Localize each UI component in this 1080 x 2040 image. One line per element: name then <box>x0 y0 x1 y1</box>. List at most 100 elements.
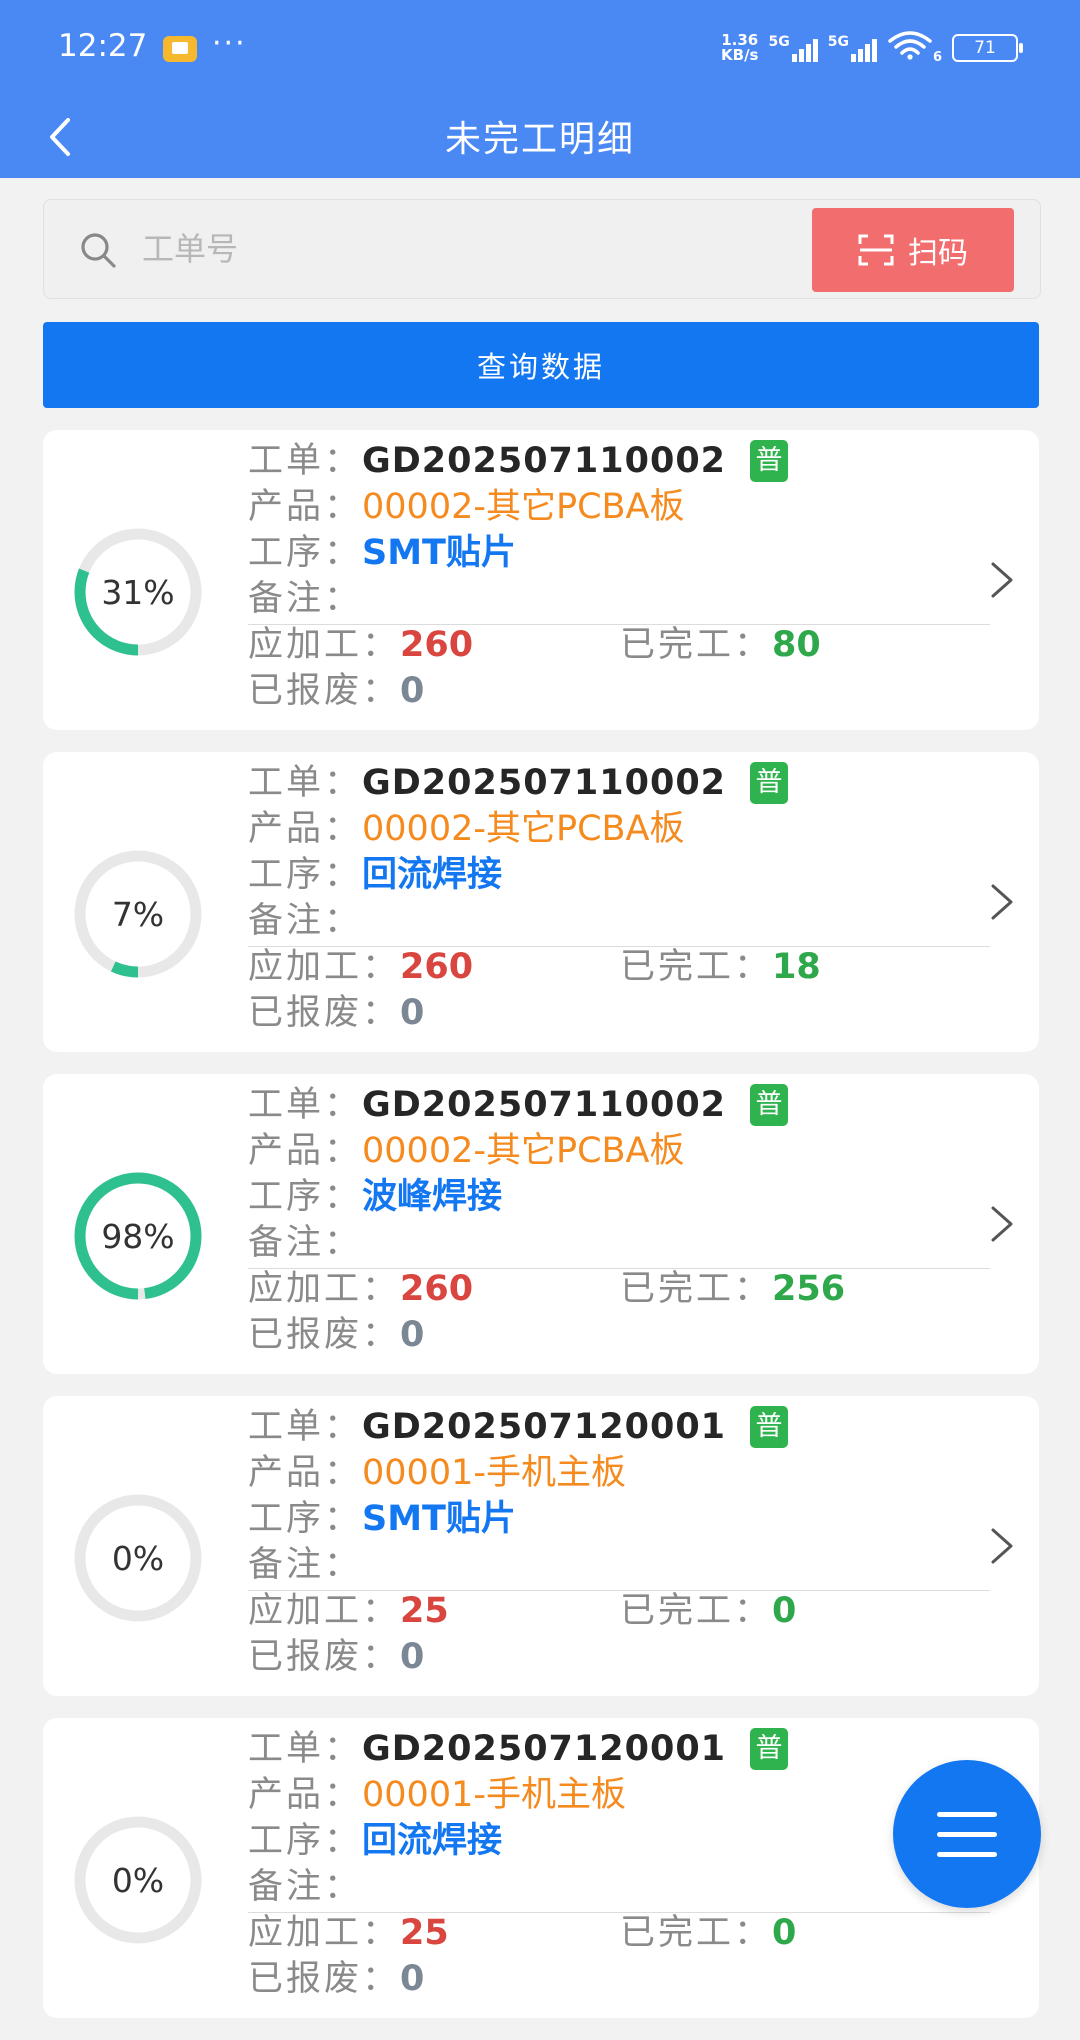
product-name: 00002-其它PCBA板 <box>362 487 685 527</box>
completed-label: 已完工： <box>620 1591 773 1631</box>
status-time: 12:27 <box>58 28 148 64</box>
planned-label: 应加工： <box>248 1591 401 1631</box>
order-details: 工单：GD202507110002 普 产品：00002-其它PCBA板 工序：S… <box>248 438 988 714</box>
order-row: 工单：GD202507110002 普 <box>248 1082 988 1128</box>
product-row: 产品：00001-手机主板 <box>248 1450 988 1496</box>
order-details: 工单：GD202507120001 普 产品：00001-手机主板 工序：SMT贴… <box>248 1404 988 1680</box>
planned-label: 应加工： <box>248 1269 401 1309</box>
app-header: 12:27 ··· 1.36 KB/s 5G 5G 6 71 未完工明细 <box>0 0 1080 178</box>
process-name: 回流焊接 <box>362 855 503 895</box>
order-type-badge: 普 <box>750 1406 789 1448</box>
order-number: GD202507110002 <box>362 1085 727 1125</box>
scrapped-label: 已报废： <box>248 1637 401 1677</box>
order-row: 工单：GD202507110002 普 <box>248 438 988 484</box>
scrap-row: 已报废：0 <box>248 1634 988 1680</box>
scan-icon <box>858 234 894 266</box>
scan-button[interactable]: 扫码 <box>812 208 1014 292</box>
remark-label: 备注： <box>248 1223 363 1263</box>
menu-fab[interactable] <box>893 1760 1041 1908</box>
completed-quantity: 0 <box>772 1913 797 1953</box>
order-number: GD202507110002 <box>362 441 727 481</box>
scrap-row: 已报废：0 <box>248 668 988 714</box>
order-type-badge: 普 <box>750 1084 789 1126</box>
order-number: GD202507120001 <box>362 1729 727 1769</box>
completed-label: 已完工： <box>620 625 773 665</box>
card-divider <box>248 1268 990 1269</box>
chevron-right-icon[interactable] <box>989 560 1015 600</box>
product-row: 产品：00001-手机主板 <box>248 1772 988 1818</box>
planned-quantity: 260 <box>400 625 474 665</box>
search-icon <box>81 233 116 268</box>
order-number-input[interactable] <box>140 220 744 278</box>
planned-label: 应加工： <box>248 947 401 987</box>
process-label: 工序： <box>248 855 363 895</box>
more-notifications-icon: ··· <box>212 26 247 61</box>
quantity-row: 应加工：25 已完工：0 <box>248 1910 988 1956</box>
work-order-card[interactable]: 7% 工单：GD202507110002 普 产品：00002-其它PCBA板 工… <box>43 752 1039 1052</box>
product-name: 00001-手机主板 <box>362 1775 626 1815</box>
search-bar: 扫码 <box>43 199 1041 299</box>
work-order-list: 31% 工单：GD202507110002 普 产品：00002-其它PCBA板 … <box>43 430 1039 2040</box>
order-label: 工单： <box>248 763 363 803</box>
wifi-icon <box>887 30 933 65</box>
product-label: 产品： <box>248 1775 363 1815</box>
work-order-card[interactable]: 98% 工单：GD202507110002 普 产品：00002-其它PCBA板 … <box>43 1074 1039 1374</box>
remark-label: 备注： <box>248 1867 363 1907</box>
chevron-right-icon[interactable] <box>989 1204 1015 1244</box>
process-label: 工序： <box>248 1821 363 1861</box>
process-row: 工序：SMT贴片 <box>248 1496 988 1542</box>
scrapped-label: 已报废： <box>248 993 401 1033</box>
query-data-button[interactable]: 查询数据 <box>43 322 1039 408</box>
order-label: 工单： <box>248 1407 363 1447</box>
scrapped-label: 已报废： <box>248 1959 401 1999</box>
order-label: 工单： <box>248 441 363 481</box>
product-label: 产品： <box>248 1131 363 1171</box>
signal-sim2-icon: 5G <box>828 34 877 62</box>
quantity-row: 应加工：25 已完工：0 <box>248 1588 988 1634</box>
scrapped-quantity: 0 <box>400 1959 425 1999</box>
scrap-row: 已报废：0 <box>248 1956 988 2002</box>
process-label: 工序： <box>248 1177 363 1217</box>
signal-sim1-icon: 5G <box>768 34 818 62</box>
quantity-row: 应加工：260 已完工：256 <box>248 1266 988 1312</box>
planned-quantity: 260 <box>400 1269 474 1309</box>
quantity-row: 应加工：260 已完工：18 <box>248 944 988 990</box>
scrapped-label: 已报废： <box>248 1315 401 1355</box>
card-divider <box>248 624 990 625</box>
chevron-right-icon[interactable] <box>989 1526 1015 1566</box>
planned-label: 应加工： <box>248 625 401 665</box>
remark-label: 备注： <box>248 579 363 619</box>
completed-label: 已完工： <box>620 1269 773 1309</box>
remark-label: 备注： <box>248 1545 363 1585</box>
product-label: 产品： <box>248 1453 363 1493</box>
battery-icon: 71 <box>952 33 1023 62</box>
page-title: 未完工明细 <box>444 119 635 160</box>
completed-quantity: 80 <box>772 625 821 665</box>
order-row: 工单：GD202507110002 普 <box>248 760 988 806</box>
nav-bar: 未完工明细 <box>0 96 1080 178</box>
order-number: GD202507120001 <box>362 1407 727 1447</box>
remark-row: 备注： <box>248 1864 988 1910</box>
process-name: SMT贴片 <box>362 533 516 573</box>
work-order-card[interactable]: 0% 工单：GD202507120001 普 产品：00001-手机主板 工序：S… <box>43 1396 1039 1696</box>
process-name: 回流焊接 <box>362 1821 503 1861</box>
work-order-card[interactable]: 0% 工单：GD202507120001 普 产品：00001-手机主板 工序：回… <box>43 1718 1039 2018</box>
card-divider <box>248 946 990 947</box>
work-order-card[interactable]: 31% 工单：GD202507110002 普 产品：00002-其它PCBA板 … <box>43 430 1039 730</box>
scan-button-label: 扫码 <box>908 236 968 271</box>
product-row: 产品：00002-其它PCBA板 <box>248 484 988 530</box>
scrap-row: 已报废：0 <box>248 990 988 1036</box>
order-type-badge: 普 <box>750 1728 789 1770</box>
product-row: 产品：00002-其它PCBA板 <box>248 1128 988 1174</box>
network-speed: 1.36 KB/s <box>721 30 759 64</box>
scrapped-quantity: 0 <box>400 993 425 1033</box>
wifi-index: 6 <box>932 50 942 65</box>
completed-label: 已完工： <box>620 1913 773 1953</box>
completed-quantity: 256 <box>772 1269 846 1309</box>
planned-quantity: 25 <box>400 1913 449 1953</box>
chevron-right-icon[interactable] <box>989 882 1015 922</box>
process-row: 工序：回流焊接 <box>248 1818 988 1864</box>
completed-quantity: 0 <box>772 1591 797 1631</box>
process-name: 波峰焊接 <box>362 1177 503 1217</box>
remark-label: 备注： <box>248 901 363 941</box>
